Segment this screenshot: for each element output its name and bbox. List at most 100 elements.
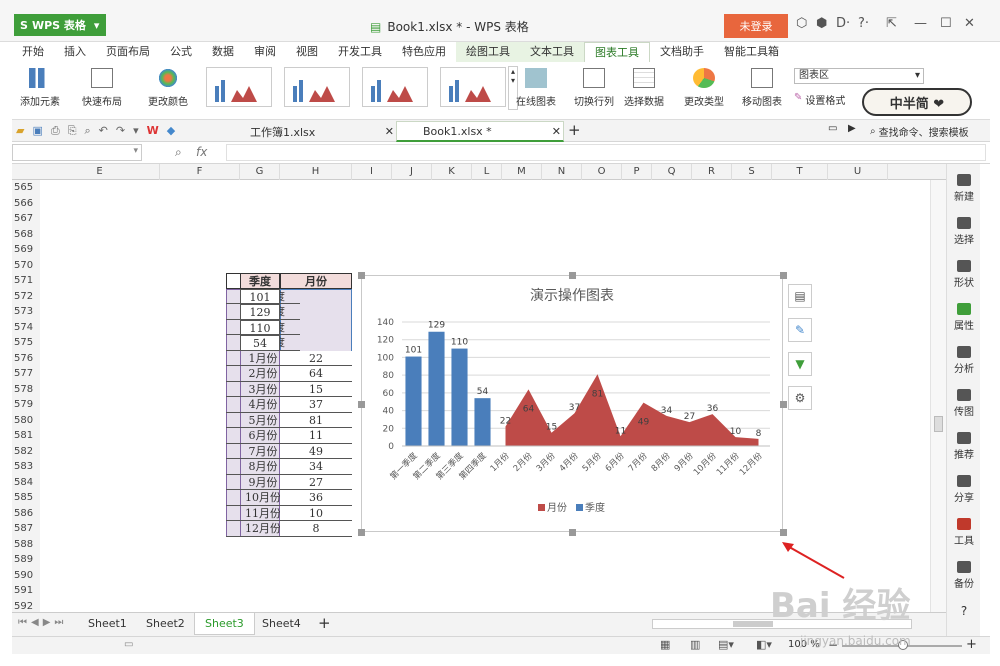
sheet-nav-icons[interactable]: ⏮◀▶⏭ [18, 617, 67, 628]
print-icon[interactable]: ⎘ [68, 124, 77, 138]
sheet-tab[interactable]: Sheet2 [136, 613, 195, 635]
menu-item[interactable]: 绘图工具 [456, 42, 520, 62]
row-header[interactable]: 583 [12, 459, 40, 475]
bar[interactable] [405, 356, 422, 446]
spreadsheet-grid[interactable]: EFGHIJKLMNOPQRSTU 565 566 567 568 569 570 571 5… [12, 164, 946, 612]
menu-item[interactable]: 视图 [286, 42, 328, 62]
table-cell-month[interactable]: 64 [280, 366, 352, 382]
menu-item[interactable]: 图表工具 [584, 42, 650, 62]
resize-handle[interactable] [358, 401, 365, 408]
row-header[interactable]: 589 [12, 552, 40, 568]
table-cell-month[interactable]: 8 [280, 521, 352, 537]
cube-icon[interactable]: ◆ [167, 124, 175, 138]
row-header[interactable]: 568 [12, 226, 40, 242]
menu-item[interactable]: 开发工具 [328, 42, 392, 62]
chart-style-1[interactable] [206, 67, 272, 107]
chart-style-4[interactable] [440, 67, 506, 107]
row-header[interactable]: 567 [12, 211, 40, 227]
menu-item[interactable]: 审阅 [244, 42, 286, 62]
row-header[interactable]: 587 [12, 521, 40, 537]
row-header[interactable]: 588 [12, 536, 40, 552]
open-icon[interactable]: ▰ [16, 124, 24, 138]
column-header[interactable]: U [828, 164, 888, 180]
page-break-icon[interactable]: ▤▾ [718, 638, 734, 651]
header-quarter[interactable]: 季度 [240, 273, 280, 289]
resize-handle[interactable] [569, 529, 576, 536]
change-color-button[interactable]: 更改颜色 [148, 68, 188, 108]
row-header[interactable]: 577 [12, 366, 40, 382]
chart[interactable]: 演示操作图表 0 20 40 60 80 100 120 140 22 64 15 37 81 11 49 34… [361, 275, 783, 532]
menu-item[interactable]: 插入 [54, 42, 96, 62]
doc-tab-book1[interactable]: Book1.xlsx * ✕ [396, 121, 564, 142]
row-header[interactable]: 591 [12, 583, 40, 599]
sheet-tab[interactable]: Sheet1 [78, 613, 137, 635]
skin-icon[interactable]: ⬡ [796, 16, 807, 31]
row-header[interactable]: 569 [12, 242, 40, 258]
reading-mode-icon[interactable]: ◧▾ [756, 638, 772, 651]
menu-item[interactable]: 页面布局 [96, 42, 160, 62]
column-header[interactable]: L [472, 164, 502, 180]
zoom-in-icon[interactable]: + [966, 637, 977, 652]
zoom-search-icon[interactable]: ⌕ [175, 145, 182, 160]
sheet-tab[interactable]: Sheet3 [194, 613, 255, 635]
row-header[interactable]: 575 [12, 335, 40, 351]
wps-w-icon[interactable]: W [147, 124, 159, 138]
side-tool[interactable]: 传图 [947, 389, 981, 418]
column-header[interactable]: E [40, 164, 160, 180]
bar[interactable] [428, 331, 445, 446]
column-header[interactable]: T [772, 164, 828, 180]
table-cell-quarter[interactable]: 54 [240, 335, 280, 351]
table-cell-month[interactable]: 11 [280, 428, 352, 444]
chart-filter-button[interactable]: ▼ [788, 352, 812, 376]
move-chart-button[interactable]: 移动图表 [742, 68, 782, 108]
column-header[interactable]: J [392, 164, 432, 180]
add-sheet-icon[interactable]: + [318, 614, 331, 632]
chart-settings-button[interactable]: ⚙ [788, 386, 812, 410]
bar[interactable] [474, 398, 491, 446]
resize-handle[interactable] [569, 272, 576, 279]
more-chevron-icon[interactable]: ▾ [133, 124, 139, 138]
normal-view-icon[interactable]: ▦ [660, 638, 670, 651]
doc-tab-workbook1[interactable]: 工作簿1.xlsx ✕ [224, 121, 396, 142]
new-tab-icon[interactable]: + [568, 121, 581, 139]
row-header[interactable]: 571 [12, 273, 40, 289]
close-icon[interactable]: ✕ [964, 16, 975, 31]
save-icon[interactable]: ▣ [32, 124, 42, 138]
close-icon[interactable]: ✕ [552, 125, 561, 138]
page-layout-icon[interactable]: ▥ [690, 638, 700, 651]
row-header[interactable]: 585 [12, 490, 40, 506]
table-cell-quarter[interactable]: 110 [240, 319, 280, 335]
menu-item[interactable]: 智能工具箱 [714, 42, 789, 62]
row-header[interactable]: 565 [12, 180, 40, 196]
row-header[interactable]: 582 [12, 443, 40, 459]
chart-style-3[interactable] [362, 67, 428, 107]
resize-handle[interactable] [780, 272, 787, 279]
chart-elements-button[interactable]: ▤ [788, 284, 812, 308]
formula-input[interactable] [226, 144, 986, 161]
side-tool[interactable]: 工具 [947, 518, 981, 547]
column-header[interactable]: H [280, 164, 352, 180]
help-icon[interactable]: ? [947, 604, 981, 618]
table-cell-month[interactable]: 49 [280, 443, 352, 459]
menu-item[interactable]: 特色应用 [392, 42, 456, 62]
row-header[interactable]: 590 [12, 567, 40, 583]
menu-item[interactable]: 数据 [202, 42, 244, 62]
sheet-tab[interactable]: Sheet4 [252, 613, 311, 635]
row-header[interactable]: 570 [12, 257, 40, 273]
table-cell-month[interactable]: 34 [280, 459, 352, 475]
column-header[interactable]: N [542, 164, 582, 180]
select-data-button[interactable]: 选择数据 [624, 68, 664, 108]
menu-item[interactable]: 文本工具 [520, 42, 584, 62]
row-header[interactable]: 581 [12, 428, 40, 444]
side-tool[interactable]: 选择 [947, 217, 981, 246]
table-cell-quarter[interactable]: 101 [240, 288, 280, 304]
column-header[interactable]: S [732, 164, 772, 180]
legend-entry[interactable]: 季度 [585, 501, 605, 514]
side-tool[interactable]: 属性 [947, 303, 981, 332]
side-tool[interactable]: 形状 [947, 260, 981, 289]
menu-item[interactable]: 公式 [160, 42, 202, 62]
row-header[interactable]: 574 [12, 319, 40, 335]
table-cell-month[interactable]: 15 [280, 381, 352, 397]
row-header[interactable]: 576 [12, 350, 40, 366]
side-tool[interactable]: 分析 [947, 346, 981, 375]
